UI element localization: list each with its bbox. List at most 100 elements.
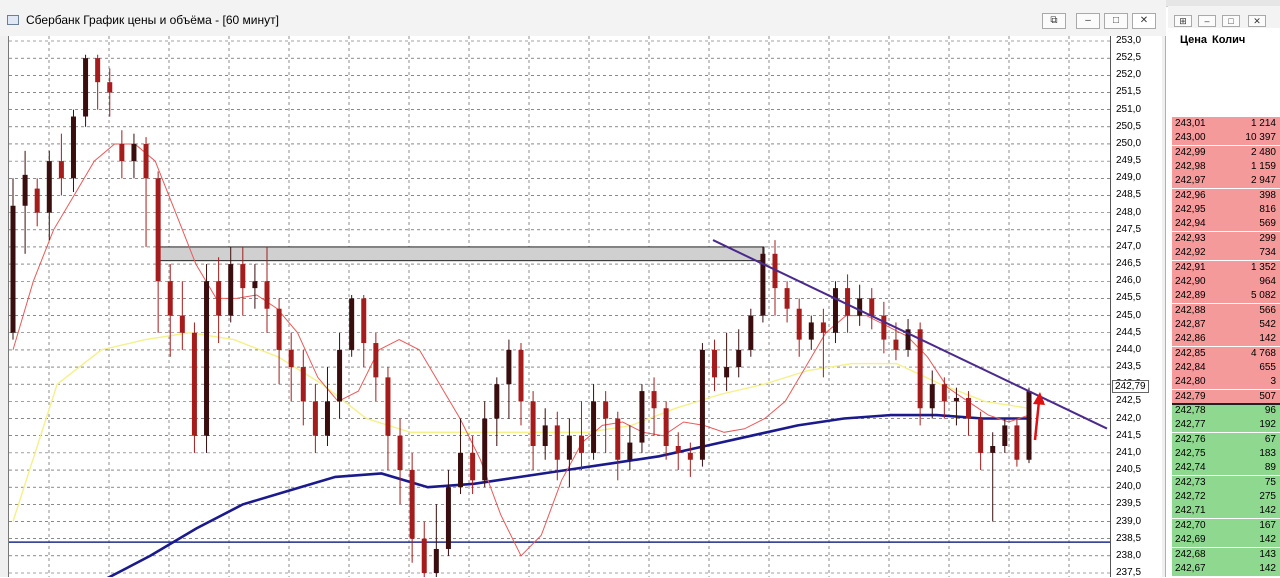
- price-tick-label: 239,5: [1116, 498, 1142, 510]
- price-chart[interactable]: [9, 36, 1110, 577]
- order-quantity: 167: [1259, 519, 1276, 531]
- candle-body: [784, 288, 790, 309]
- maximize-button[interactable]: □: [1104, 13, 1128, 29]
- bid-row[interactable]: 242,78 96: [1172, 404, 1280, 418]
- candle-body: [542, 425, 548, 447]
- order-price: 242,69: [1175, 534, 1206, 546]
- ask-row[interactable]: 242,91 1 352: [1172, 260, 1280, 275]
- ask-row[interactable]: 242,86 142: [1172, 332, 1280, 347]
- quantity-column-header[interactable]: Колич: [1212, 34, 1245, 46]
- close-button[interactable]: ✕: [1132, 13, 1156, 29]
- order-price: 242,78: [1175, 405, 1206, 416]
- ask-row[interactable]: 242,94 569: [1172, 217, 1280, 232]
- order-price: 242,86: [1175, 333, 1206, 345]
- bid-row[interactable]: 242,75 183: [1172, 447, 1280, 462]
- bid-row[interactable]: 242,71 142: [1172, 504, 1280, 519]
- ask-row[interactable]: 242,87 542: [1172, 317, 1280, 332]
- price-tick-label: 250,0: [1116, 137, 1142, 149]
- order-quantity: 816: [1259, 204, 1276, 216]
- price-column-header[interactable]: Цена: [1180, 34, 1207, 46]
- order-quantity: 398: [1259, 189, 1276, 201]
- minimize-button[interactable]: –: [1076, 13, 1100, 29]
- candle-body: [22, 174, 28, 206]
- bid-row[interactable]: 242,69 142: [1172, 533, 1280, 548]
- bid-row[interactable]: 242,77 192: [1172, 418, 1280, 433]
- order-book-close-button[interactable]: ✕: [1248, 15, 1266, 27]
- ask-row[interactable]: 242,98 1 159: [1172, 160, 1280, 175]
- order-price: 242,92: [1175, 247, 1206, 259]
- ask-row[interactable]: 243,00 10 397: [1172, 131, 1280, 146]
- price-tick-label: 249,5: [1116, 155, 1142, 167]
- candle-body: [70, 116, 76, 179]
- ask-row[interactable]: 242,79 507: [1172, 389, 1280, 404]
- ask-row[interactable]: 242,93 299: [1172, 231, 1280, 246]
- order-book-titlebar[interactable]: ⊞ – □ ✕: [1168, 6, 1280, 28]
- bid-row[interactable]: 242,68 143: [1172, 547, 1280, 562]
- order-price: 242,68: [1175, 548, 1206, 560]
- order-quantity: 10 397: [1245, 132, 1276, 144]
- order-book-restore-button[interactable]: □: [1222, 15, 1240, 27]
- candle-body: [10, 205, 16, 333]
- candle-body: [324, 401, 330, 436]
- candle-body: [373, 343, 379, 378]
- ask-row[interactable]: 242,95 816: [1172, 203, 1280, 218]
- candle-body: [240, 264, 246, 289]
- restore-button[interactable]: ⧉: [1042, 13, 1066, 29]
- candle-body: [155, 178, 161, 282]
- order-quantity: 964: [1259, 275, 1276, 287]
- candle-body: [337, 349, 343, 402]
- bid-row[interactable]: 242,67 142: [1172, 561, 1280, 576]
- candle-body: [349, 298, 355, 350]
- order-price: 242,85: [1175, 347, 1206, 359]
- ask-row[interactable]: 242,88 566: [1172, 303, 1280, 318]
- order-quantity: 569: [1259, 218, 1276, 230]
- order-quantity: 507: [1259, 390, 1276, 402]
- candle-body: [397, 435, 403, 471]
- candle-body: [736, 349, 742, 368]
- price-tick-label: 243,5: [1116, 361, 1142, 373]
- order-price: 242,95: [1175, 204, 1206, 216]
- candle-body: [651, 391, 657, 409]
- bid-row[interactable]: 242,70 167: [1172, 518, 1280, 533]
- order-quantity: 75: [1264, 476, 1276, 488]
- candle-body: [34, 188, 40, 213]
- ask-row[interactable]: 242,80 3: [1172, 375, 1280, 390]
- ask-row[interactable]: 242,99 2 480: [1172, 145, 1280, 160]
- candle-body: [204, 281, 210, 436]
- ask-row[interactable]: 242,96 398: [1172, 188, 1280, 203]
- ask-row[interactable]: 242,90 964: [1172, 274, 1280, 289]
- order-quantity: 142: [1259, 333, 1276, 345]
- ask-row[interactable]: 242,84 655: [1172, 360, 1280, 375]
- order-price: 243,00: [1175, 132, 1206, 144]
- ask-row[interactable]: 242,97 2 947: [1172, 174, 1280, 189]
- candle-body: [591, 401, 597, 453]
- order-quantity: 67: [1264, 433, 1276, 445]
- order-quantity: 1 352: [1250, 261, 1276, 273]
- bid-row[interactable]: 242,72 275: [1172, 490, 1280, 505]
- candle-body: [675, 446, 681, 453]
- price-axis[interactable]: 253,0 252,5 252,0 251,5 251,0 250,5 250,0 249,5…: [1110, 36, 1162, 578]
- price-chart-area[interactable]: [8, 36, 1110, 577]
- order-quantity: 2 480: [1250, 146, 1276, 158]
- order-price: 242,97: [1175, 175, 1206, 187]
- chart-titlebar[interactable]: Сбербанк График цены и объёма - [60 мину…: [0, 0, 1166, 36]
- order-price: 242,76: [1175, 433, 1206, 445]
- order-price: 242,71: [1175, 505, 1206, 517]
- last-price-label: 242,79: [1112, 380, 1149, 393]
- candle-body: [639, 391, 645, 443]
- candle-body: [808, 322, 814, 340]
- bid-row[interactable]: 242,73 75: [1172, 475, 1280, 490]
- ask-row[interactable]: 242,85 4 768: [1172, 346, 1280, 361]
- ask-row[interactable]: 242,92 734: [1172, 246, 1280, 261]
- ask-row[interactable]: 243,01 1 214: [1172, 117, 1280, 131]
- ask-row[interactable]: 242,89 5 082: [1172, 289, 1280, 304]
- candle-body: [530, 401, 536, 447]
- order-quantity: 5 082: [1250, 290, 1276, 302]
- bid-row[interactable]: 242,76 67: [1172, 432, 1280, 447]
- order-price: 242,74: [1175, 462, 1206, 474]
- order-book-minimize-button[interactable]: –: [1198, 15, 1216, 27]
- order-price: 242,67: [1175, 562, 1206, 574]
- bid-row[interactable]: 242,74 89: [1172, 461, 1280, 476]
- order-quantity: 183: [1259, 448, 1276, 460]
- pin-icon[interactable]: ⊞: [1174, 15, 1192, 27]
